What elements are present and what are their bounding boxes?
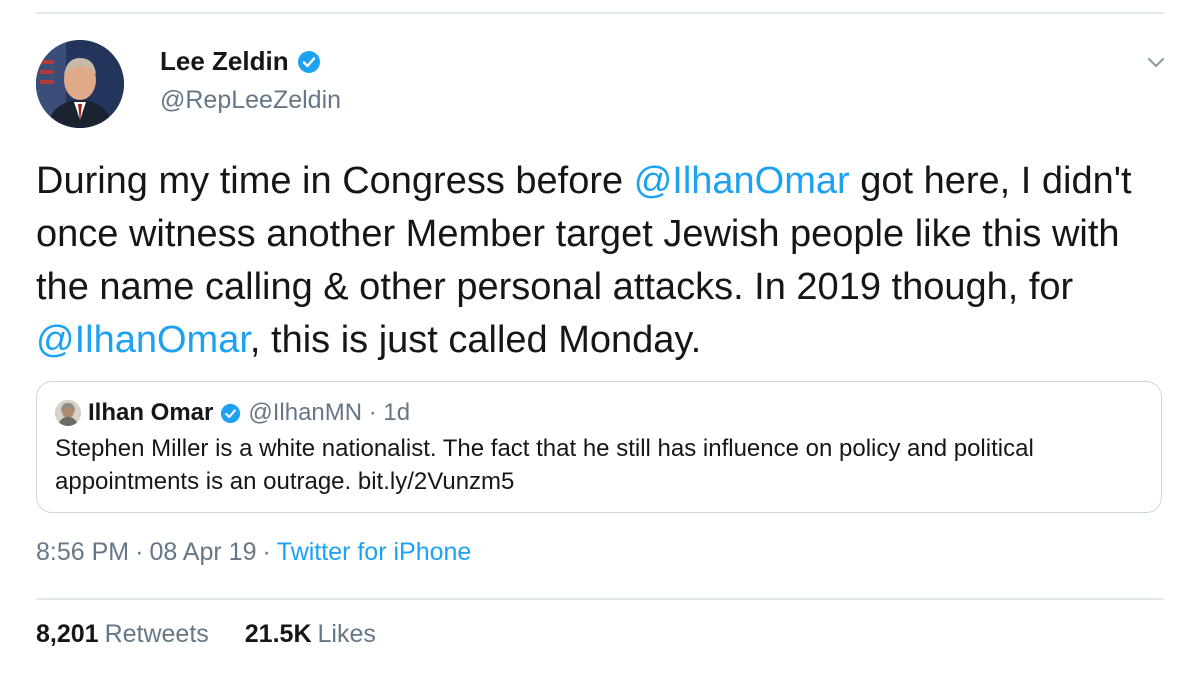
tweet-stats: 8,201 Retweets 21.5K Likes <box>36 620 376 649</box>
stats-divider <box>36 598 1164 600</box>
tweet-time[interactable]: 8:56 PM <box>36 538 129 567</box>
verified-badge-icon <box>220 403 241 424</box>
verified-badge-icon <box>297 50 321 74</box>
meta-separator: · <box>135 538 144 566</box>
likes-count: 21.5K <box>244 620 312 648</box>
author-display-name[interactable]: Lee Zeldin <box>160 46 289 77</box>
author-handle[interactable]: @RepLeeZeldin <box>160 86 341 115</box>
author-avatar-image <box>36 40 124 128</box>
tweet-text-segment: , this is just called Monday. <box>249 319 702 361</box>
quoted-author-name: Ilhan Omar <box>88 399 214 426</box>
tweet-text-segment: During my time in Congress before <box>36 160 634 202</box>
author-avatar[interactable] <box>36 40 124 128</box>
mention-link[interactable]: @IlhanOmar <box>36 319 250 361</box>
quoted-tweet-header: Ilhan Omar @IlhanMN · 1d <box>55 398 410 428</box>
author-name-row: Lee Zeldin <box>160 46 321 77</box>
meta-separator: · <box>262 538 271 566</box>
tweet-meta: 8:56 PM · 08 Apr 19 · Twitter for iPhone <box>36 538 471 567</box>
quoted-author-handle-time: @IlhanMN · 1d <box>248 399 411 426</box>
likes-stat[interactable]: 21.5K Likes <box>245 620 376 649</box>
tweet-text: During my time in Congress before @Ilhan… <box>36 155 1166 367</box>
chevron-down-icon[interactable] <box>1146 56 1166 70</box>
quoted-author-avatar <box>55 400 81 426</box>
retweets-label: Retweets <box>104 620 209 648</box>
mention-link[interactable]: @IlhanOmar <box>634 160 850 202</box>
tweet-source-link[interactable]: Twitter for iPhone <box>277 538 472 567</box>
likes-label: Likes <box>317 620 376 648</box>
retweets-stat[interactable]: 8,201 Retweets <box>36 620 209 649</box>
quoted-tweet-text: Stephen Miller is a white nationalist. T… <box>55 435 1034 495</box>
retweets-count: 8,201 <box>36 620 99 648</box>
top-divider <box>36 12 1164 14</box>
tweet-date[interactable]: 08 Apr 19 <box>149 538 256 567</box>
quoted-tweet-card[interactable]: Ilhan Omar @IlhanMN · 1d Stephen Miller … <box>36 381 1162 513</box>
